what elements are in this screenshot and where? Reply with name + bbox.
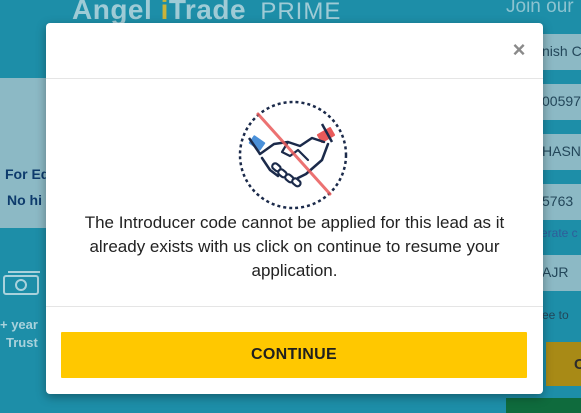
- modal-header: ×: [46, 23, 543, 79]
- modal-body: The Introducer code cannot be applied fo…: [46, 79, 543, 307]
- introducer-code-modal: × The Introducer code cannot be applied …: [46, 23, 543, 394]
- modal-footer: CONTINUE: [46, 308, 543, 394]
- modal-message: The Introducer code cannot be applied fo…: [84, 213, 505, 280]
- continue-button[interactable]: CONTINUE: [61, 332, 527, 378]
- close-button[interactable]: ×: [509, 38, 529, 62]
- no-handshake-icon: [238, 100, 348, 210]
